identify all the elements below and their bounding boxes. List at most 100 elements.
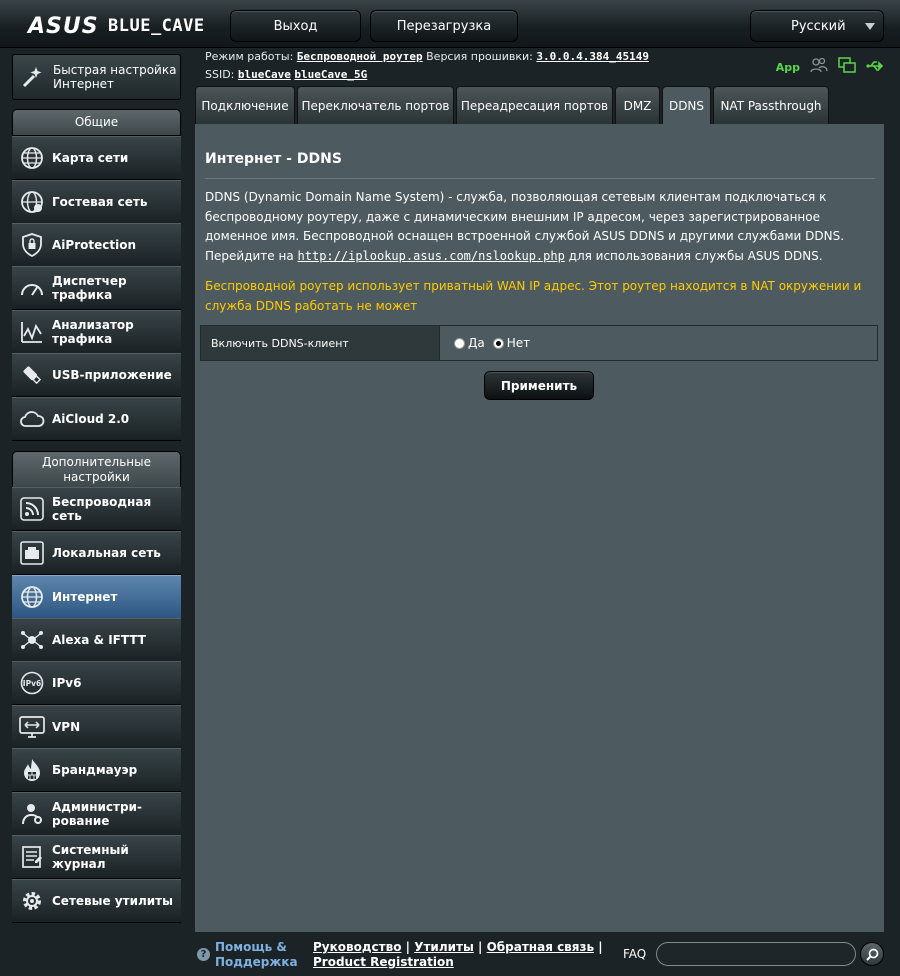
tab-port-forwarding[interactable]: Переадресация портов — [456, 86, 613, 124]
nav-label: Alexa & IFTTT — [52, 633, 146, 647]
general-section-heading: Общие — [12, 109, 181, 136]
usb-icon[interactable] — [866, 58, 886, 77]
wizard-icon — [19, 63, 47, 91]
nav-label: Сетевые утилиты — [52, 894, 173, 908]
clients-icon[interactable] — [810, 57, 828, 77]
nav-system-log[interactable]: Системный журнал — [12, 835, 181, 879]
nav-internet[interactable]: Интернет — [12, 575, 181, 619]
description-text: DDNS (Dynamic Domain Name System) - служ… — [205, 190, 845, 243]
iplookup-link[interactable]: http://iplookup.asus.com/nslookup.php — [298, 249, 565, 263]
footer: ? Помощь & Поддержка Руководство | Утили… — [195, 938, 895, 974]
quick-setup-button[interactable]: Быстрая настройка Интернет — [12, 54, 181, 100]
reboot-button[interactable]: Перезагрузка — [370, 10, 518, 42]
nav-label: Анализатор трафика — [52, 318, 134, 346]
nav-label: Интернет — [52, 590, 118, 604]
internet-status-icon[interactable] — [838, 57, 856, 77]
nav-label: Беспроводная сеть — [52, 495, 152, 523]
chevron-down-icon — [865, 23, 875, 30]
nav-vpn[interactable]: VPN — [12, 705, 181, 749]
help-icon: ? — [197, 948, 210, 961]
gear-icon — [18, 887, 46, 915]
nav-label: AiCloud 2.0 — [52, 412, 130, 426]
status-icons: App — [776, 57, 886, 77]
nat-warning: Беспроводной роутер использует приватный… — [205, 279, 862, 313]
nav-traffic-manager[interactable]: Диспетчер трафика — [12, 266, 181, 310]
nav-label: Гостевая сеть — [52, 195, 148, 209]
nav-firewall[interactable]: Брандмауэр — [12, 748, 181, 792]
tab-port-switch[interactable]: Переключатель портов — [297, 86, 454, 124]
nav-usb-application[interactable]: USB-приложение — [12, 353, 181, 397]
logout-button[interactable]: Выход — [230, 10, 361, 42]
tab-ddns[interactable]: DDNS — [662, 86, 711, 124]
radio-no-option[interactable]: Нет — [492, 336, 531, 350]
mode-label: Режим работы: — [205, 50, 294, 63]
status-info: Режим работы: Беспроводной роутер Версия… — [205, 48, 649, 84]
ssid-label: SSID: — [205, 68, 235, 81]
nav-administration[interactable]: Администри-рование — [12, 792, 181, 836]
nav-label: USB-приложение — [52, 368, 172, 382]
goto-prefix: Перейдите на — [205, 248, 294, 263]
svg-text:IPv6: IPv6 — [23, 679, 41, 688]
radio-no-label: Нет — [506, 336, 531, 350]
ddns-enable-options: Да Нет — [439, 326, 877, 360]
vpn-monitor-icon — [18, 713, 46, 741]
nav-label: Брандмауэр — [52, 763, 138, 777]
ddns-description: DDNS (Dynamic Domain Name System) - служ… — [205, 188, 875, 266]
feedback-link[interactable]: Обратная связь — [487, 940, 594, 954]
product-registration-link[interactable]: Product Registration — [313, 955, 613, 970]
radio-yes-option[interactable]: Да — [454, 336, 485, 350]
language-value: Русский — [791, 18, 846, 34]
nav-aicloud[interactable]: AiCloud 2.0 — [12, 397, 181, 441]
nav-label: Администри-рование — [52, 800, 142, 828]
goto-suffix: для использования службы ASUS DDNS. — [568, 248, 823, 263]
nav-network-map[interactable]: Карта сети — [12, 136, 181, 180]
advanced-section-heading: Дополнительные настройки — [12, 451, 181, 488]
radio-yes-label: Да — [468, 336, 485, 350]
nav-ipv6[interactable]: IPv6 IPv6 — [12, 661, 181, 705]
chart-pulse-icon — [18, 318, 46, 346]
globe-icon — [18, 144, 46, 172]
app-icon[interactable]: App — [776, 61, 800, 74]
language-select[interactable]: Русский — [750, 10, 884, 42]
nav-label: Карта сети — [52, 151, 129, 165]
faq-search-input[interactable] — [656, 942, 856, 966]
nav-label: Диспетчер трафика — [52, 274, 127, 302]
radio-yes[interactable] — [454, 337, 465, 349]
alexa-icon — [18, 626, 46, 654]
wifi-icon — [18, 495, 46, 523]
nav-label: Локальная сеть — [52, 546, 161, 560]
tab-nat-passthrough[interactable]: NAT Passthrough — [713, 86, 829, 124]
admin-user-icon — [18, 800, 46, 828]
apply-button[interactable]: Применить — [484, 371, 594, 400]
nav-label: AiProtection — [52, 238, 136, 252]
nav-alexa-ifttt[interactable]: Alexa & IFTTT — [12, 618, 181, 662]
usb-stick-icon — [18, 361, 46, 389]
top-banner: ASUS BLUE_CAVE Выход Перезагрузка Русски… — [0, 0, 900, 48]
nav-traffic-analyzer[interactable]: Анализатор трафика — [12, 310, 181, 354]
search-button[interactable] — [860, 942, 884, 966]
title-divider — [205, 178, 875, 179]
mode-link[interactable]: Беспроводной роутер — [297, 50, 423, 63]
radio-no[interactable] — [492, 337, 504, 349]
help-support-link[interactable]: Помощь & Поддержка — [215, 940, 298, 970]
log-document-icon — [18, 843, 46, 871]
nav-aiprotection[interactable]: AiProtection — [12, 223, 181, 267]
nav-lan[interactable]: Локальная сеть — [12, 531, 181, 575]
firmware-link[interactable]: 3.0.0.4.384_45149 — [536, 50, 649, 63]
utilities-link[interactable]: Утилиты — [414, 940, 474, 954]
flame-icon — [18, 756, 46, 784]
faq-label: FAQ — [623, 947, 647, 961]
ssid-link-24[interactable]: blueCave — [238, 68, 291, 81]
tab-dmz[interactable]: DMZ — [615, 86, 660, 124]
tab-connection[interactable]: Подключение — [195, 86, 295, 124]
ssid-link-5g[interactable]: blueCave_5G — [294, 68, 367, 81]
quick-setup-label: Быстрая настройка Интернет — [53, 63, 177, 91]
nav-network-tools[interactable]: Сетевые утилиты — [12, 879, 181, 923]
shield-icon — [18, 231, 46, 259]
model-name: BLUE_CAVE — [108, 16, 205, 36]
manual-link[interactable]: Руководство — [313, 940, 401, 954]
nav-guest-network[interactable]: Гостевая сеть — [12, 180, 181, 224]
page-title: Интернет - DDNS — [205, 151, 342, 167]
ddns-enable-row: Включить DDNS-клиент Да Нет — [200, 325, 878, 361]
nav-wireless[interactable]: Беспроводная сеть — [12, 487, 181, 531]
